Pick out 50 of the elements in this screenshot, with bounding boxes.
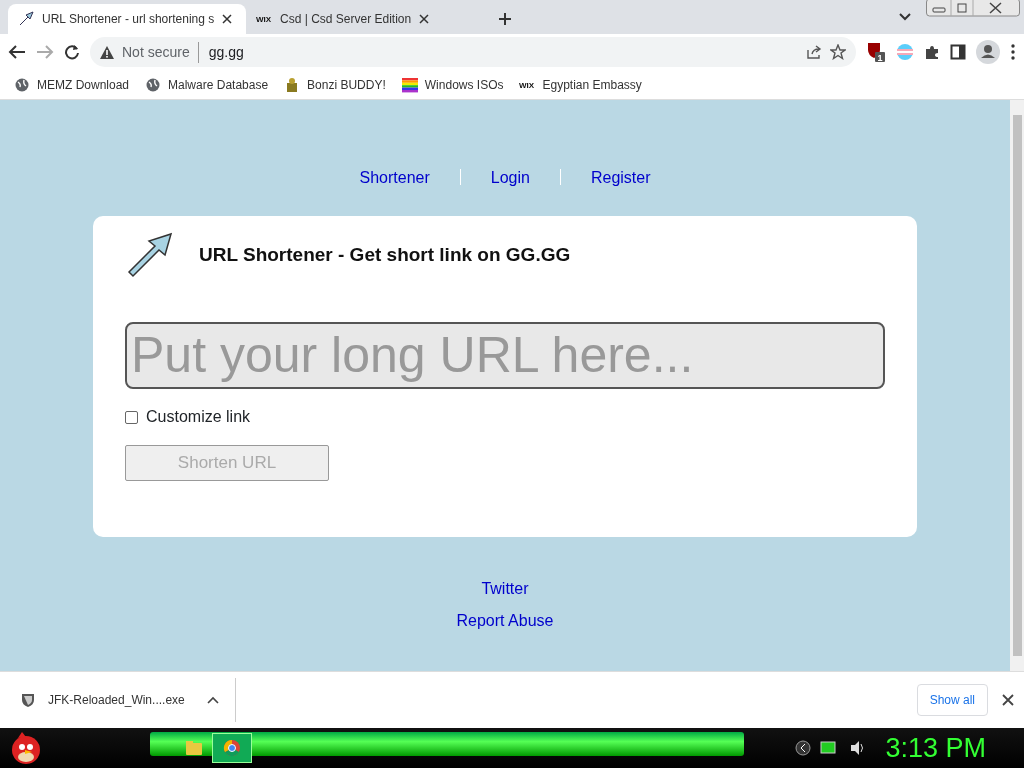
- arrow-logo-icon: [125, 232, 175, 278]
- share-icon[interactable]: [806, 44, 822, 60]
- wix-logo: WIX: [256, 11, 272, 27]
- star-icon[interactable]: [830, 44, 846, 60]
- show-all-button[interactable]: Show all: [916, 684, 988, 716]
- nav-divider: [459, 169, 461, 185]
- page-title: URL Shortener - Get short link on GG.GG: [199, 242, 571, 267]
- nav-link[interactable]: Login: [490, 166, 530, 190]
- security-label: Not secure: [122, 42, 190, 62]
- back-icon[interactable]: [8, 44, 26, 60]
- puzzle-icon[interactable]: [924, 44, 940, 60]
- footer-link[interactable]: Report Abuse: [456, 609, 554, 633]
- wix-logo: WIX: [519, 76, 536, 93]
- url-input-field[interactable]: Put your long URL here...: [125, 322, 885, 389]
- menu-icon[interactable]: [1010, 44, 1016, 60]
- nav-link[interactable]: Register: [590, 166, 651, 190]
- taskbar-clock: 3:13 PM: [885, 731, 986, 765]
- customize-checkbox[interactable]: [125, 410, 138, 424]
- chevron-up-icon[interactable]: [207, 696, 219, 704]
- chevron-down-icon[interactable]: [899, 13, 911, 21]
- globe-icon: [145, 76, 162, 93]
- profile-icon[interactable]: [976, 40, 1000, 64]
- url-text: gg.gg: [197, 41, 244, 63]
- footer-link[interactable]: Twitter: [481, 577, 529, 601]
- window-controls-drawing[interactable]: [926, 0, 1020, 17]
- arrow-icon: [18, 11, 34, 27]
- rainbow-flag-icon: [401, 76, 418, 93]
- bookmark[interactable]: Windows ISOs: [401, 75, 504, 94]
- shield-file-icon: [20, 692, 36, 708]
- bookmark[interactable]: Bonzi BUDDY!: [284, 75, 386, 94]
- browser-tab[interactable]: WIX Csd | Csd Server Edition: [246, 4, 484, 34]
- close-icon[interactable]: [222, 14, 233, 24]
- browser-icon[interactable]: [212, 733, 252, 763]
- bookmark[interactable]: WIX Egyptian Embassy: [519, 75, 642, 94]
- nav-link[interactable]: Shortener: [359, 166, 430, 190]
- bookmark[interactable]: MEMZ Download: [14, 75, 130, 94]
- download-item[interactable]: JFK-Reloaded_Win....exe: [20, 678, 236, 722]
- checkbox-label: Customize link: [146, 407, 251, 427]
- warning-icon: [100, 45, 114, 59]
- globe-icon: [14, 76, 30, 93]
- scrollbar[interactable]: [1010, 100, 1024, 671]
- close-icon[interactable]: [1002, 694, 1014, 706]
- bookmark[interactable]: Malware Database: [145, 75, 269, 94]
- plus-icon[interactable]: [498, 12, 512, 26]
- address-bar[interactable]: Not secure gg.gg: [90, 37, 856, 67]
- reload-icon[interactable]: [64, 44, 80, 60]
- close-icon[interactable]: [419, 14, 430, 24]
- side-panel-icon[interactable]: [950, 44, 966, 60]
- nav-divider: [559, 169, 561, 185]
- browser-tab[interactable]: URL Shortener - url shortening s: [8, 4, 246, 34]
